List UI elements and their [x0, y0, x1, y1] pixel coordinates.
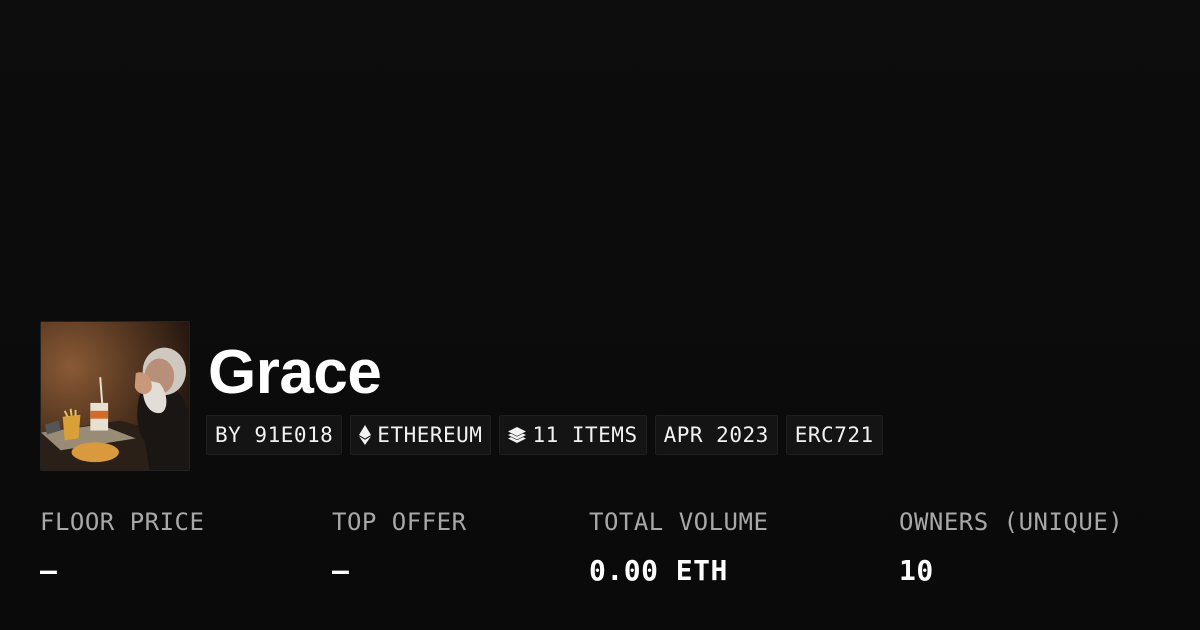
floor-price-stat: FLOOR PRICE –: [40, 505, 204, 589]
date-label: APR 2023: [663, 423, 769, 447]
owners-label: OWNERS (UNIQUE): [899, 508, 1124, 536]
date-tag: APR 2023: [654, 415, 778, 455]
floor-price-value: –: [40, 554, 58, 587]
chain-tag[interactable]: ETHEREUM: [350, 415, 492, 455]
total-volume-value: 0.00 ETH: [589, 554, 728, 587]
creator-tag[interactable]: BY 91E018: [206, 415, 343, 455]
items-tag[interactable]: 11 ITEMS: [499, 415, 647, 455]
owners-stat: OWNERS (UNIQUE) 10: [899, 505, 1123, 589]
total-volume-stat: TOTAL VOLUME 0.00 ETH: [589, 505, 768, 589]
floor-price-label: FLOOR PRICE: [40, 508, 205, 536]
layers-icon: [508, 427, 527, 443]
collection-thumbnail[interactable]: [40, 321, 190, 471]
total-volume-label: TOTAL VOLUME: [589, 508, 769, 536]
top-offer-value: –: [332, 554, 350, 587]
owners-value: 10: [899, 554, 934, 587]
items-label: 11 ITEMS: [532, 423, 638, 447]
standard-label: ERC721: [794, 423, 874, 447]
painting-image: [41, 322, 189, 470]
ethereum-icon: [359, 425, 372, 445]
collection-title: Grace: [208, 338, 382, 407]
top-offer-label: TOP OFFER: [332, 508, 467, 536]
chain-label: ETHEREUM: [377, 423, 483, 447]
creator-label: BY 91E018: [215, 423, 334, 447]
collection-card: Grace BY 91E018 ETHEREUM 11 ITEMS APR 20…: [0, 0, 1200, 630]
top-offer-stat: TOP OFFER –: [332, 505, 467, 589]
standard-tag: ERC721: [785, 415, 883, 455]
collection-tags: BY 91E018 ETHEREUM 11 ITEMS APR 2023 ERC…: [206, 415, 883, 455]
